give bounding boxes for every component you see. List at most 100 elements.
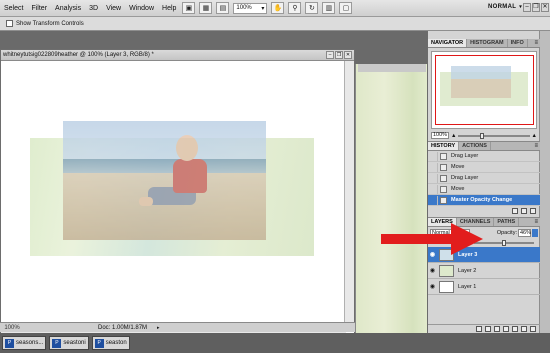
panel-menu-icon[interactable]: ≡: [532, 218, 540, 226]
hand-tool-icon[interactable]: ✋: [271, 2, 285, 14]
tab-actions[interactable]: ACTIONS: [459, 142, 491, 150]
chevron-down-icon: ▾: [519, 4, 522, 10]
history-item[interactable]: Drag Layer: [428, 151, 540, 162]
document-controls: – ❐ ✕: [326, 51, 352, 59]
add-mask-icon[interactable]: [494, 326, 500, 332]
opacity-input[interactable]: 46%: [518, 229, 531, 237]
history-source-toggle[interactable]: [430, 195, 438, 205]
menu-3d[interactable]: 3D: [85, 5, 102, 12]
restore-icon[interactable]: ❐: [335, 51, 343, 59]
app-icon: P: [52, 338, 62, 348]
zoom-in-icon[interactable]: ▲: [532, 133, 537, 139]
red-arrow-annotation: [381, 223, 483, 255]
workspace-name: NORMAL: [488, 4, 517, 10]
chevron-down-icon: ▾: [261, 5, 265, 12]
history-item[interactable]: Move: [428, 184, 540, 195]
close-icon[interactable]: ✕: [344, 51, 352, 59]
trash-icon[interactable]: [530, 207, 536, 214]
tab-histogram[interactable]: HISTOGRAM: [467, 39, 508, 47]
workspace-switcher[interactable]: NORMAL ▾: [488, 4, 522, 10]
layer-row[interactable]: ◉ Layer 1: [428, 279, 540, 295]
history-source-toggle[interactable]: [430, 162, 438, 172]
trash-icon[interactable]: [530, 326, 536, 332]
opacity-slider[interactable]: [474, 240, 534, 246]
tab-paths[interactable]: PATHS: [494, 218, 520, 226]
layer-row[interactable]: ◉ Layer 2: [428, 263, 540, 279]
guides-icon[interactable]: ▤: [216, 2, 230, 14]
history-source-toggle[interactable]: [430, 184, 438, 194]
menu-help[interactable]: Help: [158, 5, 180, 12]
photo-child-shirt: [173, 159, 207, 193]
show-transform-checkbox[interactable]: [6, 20, 13, 27]
taskbar-item-label: seaston: [105, 340, 127, 346]
adjustment-layer-icon[interactable]: [503, 326, 509, 332]
history-panel: HISTORY ACTIONS ≡ Drag Layer Move Drag L…: [428, 141, 540, 217]
link-layers-icon[interactable]: [476, 326, 482, 332]
new-document-from-state-icon[interactable]: [512, 207, 518, 214]
navigator-zoom-knob[interactable]: [479, 132, 484, 139]
menu-window[interactable]: Window: [125, 5, 158, 12]
minimize-icon[interactable]: –: [326, 51, 334, 59]
arrange-documents-icon[interactable]: ▥: [322, 2, 336, 14]
status-zoom[interactable]: 100%: [0, 325, 24, 331]
navigator-zoom-slider[interactable]: [458, 132, 530, 139]
show-transform-label: Show Transform Controls: [16, 20, 84, 27]
opacity-slider-knob[interactable]: [501, 240, 506, 246]
navigator-panel: NAVIGATOR HISTOGRAM INFO ≡ 100% ▲ ▲: [428, 39, 540, 141]
photo-layer-image: [63, 121, 266, 240]
panel-menu-icon[interactable]: ≡: [532, 142, 540, 150]
new-layer-icon[interactable]: [521, 326, 527, 332]
chevron-right-icon[interactable]: ▸: [157, 325, 160, 331]
navigator-view-box[interactable]: [435, 55, 534, 125]
new-snapshot-icon[interactable]: [521, 207, 527, 214]
tab-navigator[interactable]: NAVIGATOR: [428, 39, 468, 47]
menu-view[interactable]: View: [102, 5, 125, 12]
rotate-view-icon[interactable]: ↻: [305, 2, 319, 14]
opacity-label: Opacity:: [496, 230, 517, 236]
history-item[interactable]: Drag Layer: [428, 173, 540, 184]
menu-analysis[interactable]: Analysis: [51, 5, 85, 12]
layer-name: Layer 1: [458, 283, 477, 290]
navigator-thumbnail[interactable]: [431, 51, 537, 129]
eye-icon[interactable]: ◉: [428, 267, 437, 274]
eye-icon[interactable]: ◉: [428, 283, 437, 290]
history-step-icon: [440, 152, 447, 160]
zoom-out-icon[interactable]: ▲: [451, 133, 456, 139]
document-titlebar[interactable]: whitneytutsig022809heather @ 100% (Layer…: [1, 50, 354, 61]
bridge-icon[interactable]: ▣: [182, 2, 196, 14]
background-document-titlebar[interactable]: [358, 64, 426, 72]
taskbar-item[interactable]: Pseaston: [91, 336, 130, 350]
tab-info[interactable]: INFO: [508, 39, 528, 47]
minimize-icon[interactable]: –: [523, 3, 531, 12]
taskbar-item[interactable]: Pseasons...: [2, 336, 47, 350]
navigator-zoom-field[interactable]: 100%: [431, 132, 449, 139]
zoom-level-select[interactable]: 100% ▾: [233, 2, 268, 14]
opacity-dropdown-button[interactable]: [532, 229, 538, 237]
new-group-icon[interactable]: [512, 326, 518, 332]
layer-thumbnail: [439, 280, 454, 293]
layer-style-icon[interactable]: [485, 326, 491, 332]
options-bar: Show Transform Controls: [0, 17, 550, 31]
taskbar-item[interactable]: Pseastoni: [49, 336, 89, 350]
screen-mode-icon[interactable]: ▢: [339, 2, 353, 14]
document-window: whitneytutsig022809heather @ 100% (Layer…: [0, 49, 355, 337]
panel-menu-icon[interactable]: ≡: [532, 39, 540, 47]
history-source-toggle[interactable]: [430, 173, 438, 183]
mini-bridge-icon[interactable]: ▦: [199, 2, 213, 14]
zoom-tool-icon[interactable]: ⚲: [288, 2, 302, 14]
restore-icon[interactable]: ❐: [532, 3, 540, 12]
close-icon[interactable]: ✕: [541, 3, 549, 12]
background-document[interactable]: [355, 64, 427, 353]
history-item[interactable]: Move: [428, 162, 540, 173]
history-source-toggle[interactable]: [430, 151, 438, 161]
status-doc-size: Doc: 1.00M/1.87M: [98, 324, 148, 331]
canvas[interactable]: [1, 61, 346, 327]
tab-history[interactable]: HISTORY: [428, 142, 460, 150]
vertical-scrollbar[interactable]: [344, 61, 354, 327]
history-item-selected[interactable]: Master Opacity Change: [428, 195, 540, 206]
menu-filter[interactable]: Filter: [27, 5, 51, 12]
history-step-icon: [440, 174, 447, 182]
panel-icon-strip[interactable]: [539, 31, 550, 333]
history-item-label: Master Opacity Change: [451, 197, 513, 203]
menu-select[interactable]: Select: [0, 5, 27, 12]
